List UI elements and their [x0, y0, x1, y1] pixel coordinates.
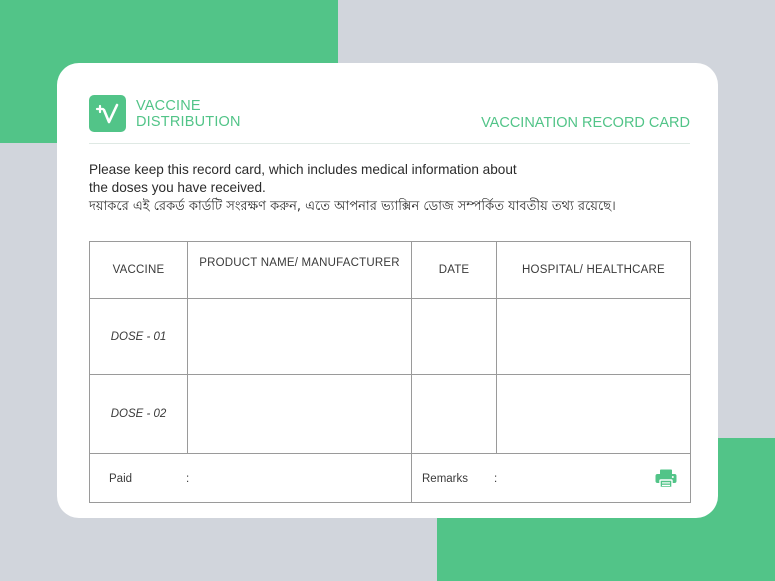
vaccine-logo-icon [89, 95, 126, 132]
column-header-date: DATE [411, 241, 497, 299]
brand-line-1: VACCINE [136, 98, 201, 114]
paid-field[interactable]: Paid : [89, 453, 412, 503]
product-cell[interactable] [187, 374, 412, 454]
remarks-label: Remarks [422, 473, 469, 485]
paid-label: Paid [109, 473, 133, 485]
column-header-hospital: HOSPITAL/ HEALTHCARE [496, 241, 691, 299]
printer-icon[interactable] [655, 469, 677, 489]
remarks-field[interactable]: Remarks : [411, 453, 691, 503]
column-header-vaccine: VACCINE [89, 241, 188, 299]
brand-name: VACCINE DISTRIBUTION [136, 98, 241, 130]
paid-separator: : [186, 473, 190, 485]
instructions-en-line-2: the doses you have received. [89, 180, 266, 195]
instructions-bengali: দয়াকরে এই রেকর্ড কার্ডটি সংরক্ষণ করুন, … [89, 199, 616, 214]
instructions: Please keep this record card, which incl… [89, 161, 649, 216]
hospital-cell[interactable] [496, 298, 691, 375]
vaccination-record-table: VACCINE PRODUCT NAME/ MANUFACTURER DATE … [89, 241, 691, 503]
product-cell[interactable] [187, 298, 412, 375]
column-header-product: PRODUCT NAME/ MANUFACTURER [187, 241, 412, 299]
brand-line-2: DISTRIBUTION [136, 114, 241, 130]
dose-label: DOSE - 01 [89, 298, 188, 375]
remarks-separator: : [494, 473, 498, 485]
table-row: DOSE - 01 [89, 298, 691, 375]
card-title: VACCINATION RECORD CARD [481, 115, 690, 131]
table-header-row: VACCINE PRODUCT NAME/ MANUFACTURER DATE … [89, 241, 691, 299]
table-footer-row: Paid : Remarks : [89, 453, 691, 503]
instructions-en-line-1: Please keep this record card, which incl… [89, 162, 517, 177]
table-row: DOSE - 02 [89, 374, 691, 454]
dose-label: DOSE - 02 [89, 374, 188, 454]
date-cell[interactable] [411, 374, 497, 454]
date-cell[interactable] [411, 298, 497, 375]
vaccination-record-card: VACCINE DISTRIBUTION VACCINATION RECORD … [57, 63, 718, 518]
hospital-cell[interactable] [496, 374, 691, 454]
header-divider [89, 143, 690, 144]
